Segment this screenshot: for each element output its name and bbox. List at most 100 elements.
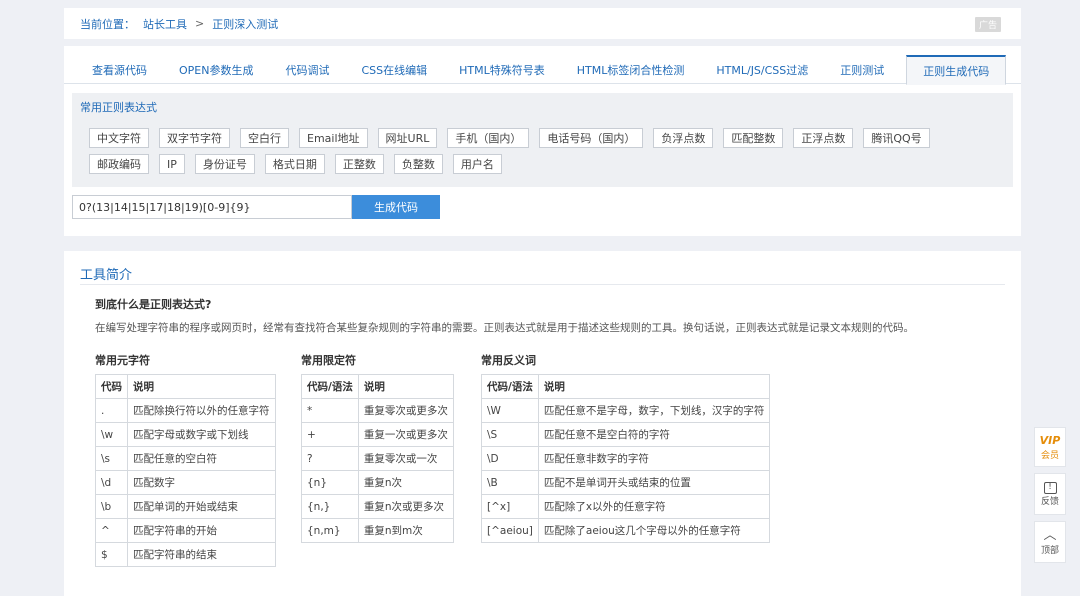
regex-chip[interactable]: 双字节字符 [159, 128, 230, 148]
table-row: \D 匹配任意非数字的字符 [481, 446, 771, 471]
table-cell: 匹配任意的空白符 [127, 446, 276, 471]
regex-chip[interactable]: 腾讯QQ号 [863, 128, 930, 148]
feedback-icon: ! [1043, 481, 1057, 494]
tab-4[interactable]: HTML特殊符号表 [443, 55, 561, 84]
table-cell: 匹配数字 [127, 470, 276, 495]
table-cell: 重复零次或一次 [357, 446, 454, 471]
table-row: . 匹配除换行符以外的任意字符 [95, 398, 276, 423]
breadcrumb-separator: > [195, 17, 205, 30]
regex-chip[interactable]: 匹配整数 [723, 128, 784, 148]
table-cell: [^aeiou] [481, 518, 539, 543]
table-header-cell: 说明 [127, 374, 276, 399]
regex-chip-list: 中文字符 双字节字符 空白行 Email地址 网址URL 手机（国内） 电话号码（国内） 负浮… [89, 128, 989, 174]
breadcrumb-link-tools[interactable]: 站长工具 [143, 16, 187, 32]
tab-6[interactable]: HTML/JS/CSS过滤 [700, 55, 824, 84]
table-cell: 匹配字母或数字或下划线 [127, 422, 276, 447]
quantifier-table: 代码/语法 说明 * 重复零次或更多次 + 重复一次或更多次? 重复零次或一次 {n} 重复n次… [301, 374, 454, 543]
table-cell: \W [481, 398, 539, 423]
tab-3[interactable]: CSS在线编辑 [345, 55, 443, 84]
regex-chip[interactable]: Email地址 [299, 128, 368, 148]
table-header-cell: 说明 [357, 374, 454, 399]
regex-chip[interactable]: 空白行 [240, 128, 289, 148]
breadcrumb-current[interactable]: 正则深入测试 [212, 16, 278, 32]
table-header-row: 代码/语法 说明 [481, 374, 771, 399]
regex-chip[interactable]: 负浮点数 [653, 128, 714, 148]
regex-chip[interactable]: 正整数 [334, 154, 384, 174]
tab-7[interactable]: 正则测试 [824, 55, 900, 84]
tab-5[interactable]: HTML标签闭合性检测 [561, 55, 701, 84]
table-row: \W 匹配任意不是字母，数字，下划线，汉字的字符 [481, 398, 771, 423]
regex-chip[interactable]: 用户名 [452, 154, 502, 174]
back-to-top-button[interactable]: ︿ 顶部 [1034, 521, 1066, 563]
table-cell: {n,} [301, 494, 359, 519]
table-row: {n} 重复n次 [301, 470, 454, 495]
table-cell: ^ [95, 518, 128, 543]
table-row: \S 匹配任意不是空白符的字符 [481, 422, 771, 447]
antonym-table-block: 常用反义词 代码/语法 说明 \W 匹配任意不是字母，数字，下划线，汉字的字符 \S 匹配… [481, 352, 771, 543]
intro-divider [80, 284, 1005, 285]
table-cell: 重复零次或更多次 [357, 398, 454, 423]
table-cell: 重复n到m次 [357, 518, 454, 543]
table-cell: 重复n次 [357, 470, 454, 495]
table-cell: 匹配任意不是字母，数字，下划线，汉字的字符 [537, 398, 771, 423]
table-row: \w 匹配字母或数字或下划线 [95, 422, 276, 447]
regex-chip[interactable]: 手机（国内） [447, 128, 530, 148]
table-row: [^x] 匹配除了x以外的任意字符 [481, 494, 771, 519]
table-cell: 匹配任意不是空白符的字符 [537, 422, 771, 447]
table-row: + 重复一次或更多次 [301, 422, 454, 447]
table-cell: \w [95, 422, 128, 447]
regex-chip[interactable]: IP [159, 154, 185, 174]
table-header-cell: 代码 [95, 374, 128, 399]
regex-chip[interactable]: 网址URL [377, 128, 438, 148]
quantifier-table-block: 常用限定符 代码/语法 说明 * 重复零次或更多次 + 重复一次或更多次? 重复零次或一次{… [301, 352, 454, 543]
regex-chip[interactable]: 格式日期 [264, 154, 325, 174]
table-cell: [^x] [481, 494, 539, 519]
table-cell: 匹配字符串的结束 [127, 542, 276, 567]
table-cell: 重复一次或更多次 [357, 422, 454, 447]
tool-intro-panel: 工具简介 到底什么是正则表达式? 在编写处理字符串的程序或网页时，经常有查找符合… [64, 251, 1021, 596]
table-header-row: 代码/语法 说明 [301, 374, 454, 399]
vip-label: 会员 [1040, 450, 1059, 461]
regex-chip[interactable]: 电话号码（国内） [539, 128, 644, 148]
table-cell: 匹配单词的开始或结束 [127, 494, 276, 519]
regex-chip[interactable]: 正浮点数 [793, 128, 854, 148]
table-cell: \b [95, 494, 128, 519]
feedback-button[interactable]: ! 反馈 [1034, 473, 1066, 515]
main-panel: 查看源代码 OPEN参数生成 代码调试 CSS在线编辑 HTML特殊符号表 HTML标签闭… [64, 46, 1021, 236]
generate-code-button[interactable]: 生成代码 [352, 195, 440, 219]
tab-8[interactable]: 正则生成代码 [906, 55, 1007, 85]
vip-button[interactable]: VIP 会员 [1034, 427, 1066, 467]
table-cell: * [301, 398, 359, 423]
table-row: ? 重复零次或一次 [301, 446, 454, 471]
top-label: 顶部 [1040, 545, 1059, 556]
ad-badge[interactable]: 广告 [974, 17, 1001, 32]
regex-chip[interactable]: 中文字符 [89, 128, 149, 148]
tab-0[interactable]: 查看源代码 [76, 55, 163, 84]
common-regex-panel: 常用正则表达式 中文字符 双字节字符 空白行 Email地址 网址URL 手机（国内） 电话… [72, 93, 1013, 187]
table-cell: 匹配除了x以外的任意字符 [537, 494, 771, 519]
regex-chip[interactable]: 邮政编码 [89, 154, 149, 174]
vip-icon: VIP [1039, 433, 1061, 447]
tab-bar: 查看源代码 OPEN参数生成 代码调试 CSS在线编辑 HTML特殊符号表 HTML标签闭… [64, 55, 1021, 85]
table-cell: 匹配字符串的开始 [127, 518, 276, 543]
chevron-up-icon: ︿ [1043, 527, 1057, 543]
table-cell: \D [481, 446, 539, 471]
intro-question: 到底什么是正则表达式? [95, 298, 212, 311]
quantifier-table-title: 常用限定符 [301, 354, 356, 367]
metachar-table-title: 常用元字符 [95, 354, 150, 367]
table-cell: ? [301, 446, 359, 471]
table-cell: \d [95, 470, 128, 495]
intro-title: 工具简介 [80, 268, 133, 283]
tab-1[interactable]: OPEN参数生成 [163, 55, 269, 84]
table-row: ^ 匹配字符串的开始 [95, 518, 276, 543]
table-header-cell: 代码/语法 [301, 374, 359, 399]
table-row: [^aeiou] 匹配除了aeiou这几个字母以外的任意字符 [481, 518, 771, 543]
breadcrumb-label: 当前位置： [80, 17, 135, 31]
regex-chip[interactable]: 身份证号 [194, 154, 255, 174]
tab-2[interactable]: 代码调试 [269, 55, 345, 84]
regex-chip[interactable]: 负整数 [393, 154, 443, 174]
table-cell: 匹配任意非数字的字符 [537, 446, 771, 471]
regex-input[interactable] [72, 195, 352, 219]
antonym-table: 代码/语法 说明 \W 匹配任意不是字母，数字，下划线，汉字的字符 \S 匹配任意不是空白… [481, 374, 771, 543]
table-row: * 重复零次或更多次 [301, 398, 454, 423]
